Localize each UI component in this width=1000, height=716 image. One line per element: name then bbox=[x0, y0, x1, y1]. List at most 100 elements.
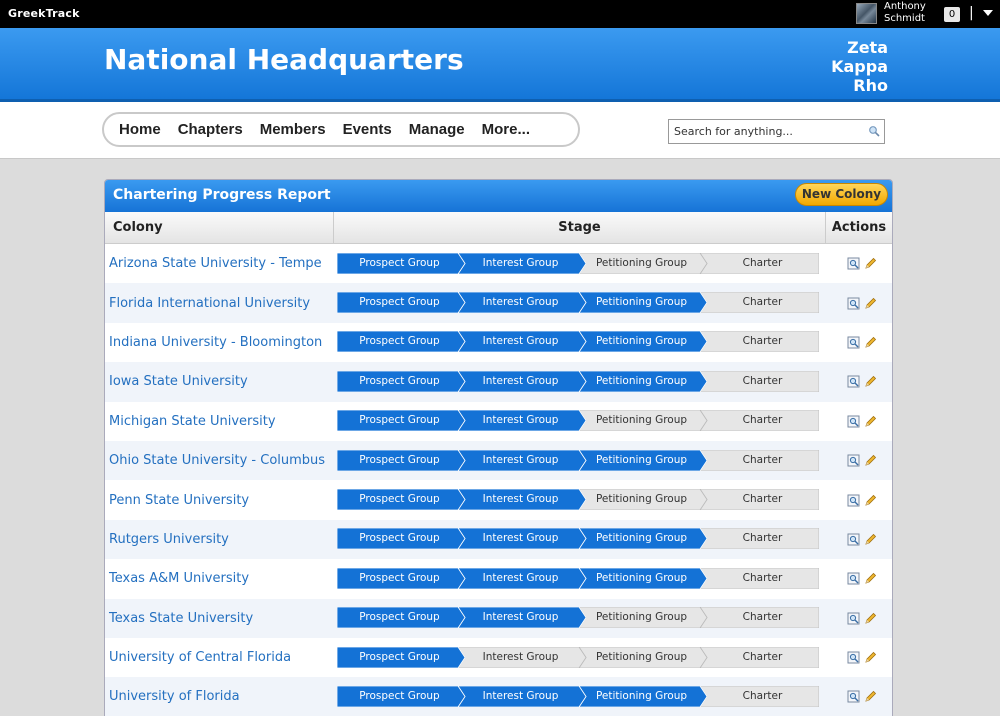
row-actions bbox=[826, 454, 892, 467]
stage-charter: Charter bbox=[742, 611, 783, 624]
stage-petitioning-group: Petitioning Group bbox=[595, 296, 688, 309]
colony-link[interactable]: Rutgers University bbox=[105, 532, 334, 547]
table-row: Iowa State University Prospect Group Inter… bbox=[105, 362, 892, 402]
user-name[interactable]: Anthony Schmidt bbox=[884, 1, 926, 25]
stage-progress-bar: Prospect Group Interest Group Petitioning … bbox=[337, 252, 819, 274]
view-details-icon[interactable] bbox=[847, 533, 860, 546]
edit-pencil-icon[interactable] bbox=[864, 651, 877, 664]
stage-progress-bar: Prospect Group Interest Group Petitioning … bbox=[337, 685, 819, 707]
stage-prospect-group: Prospect Group bbox=[359, 256, 440, 269]
edit-pencil-icon[interactable] bbox=[864, 612, 877, 625]
column-header-colony[interactable]: Colony bbox=[105, 212, 334, 243]
org-name-line-3: Rho bbox=[853, 76, 888, 95]
app-brand[interactable]: GreekTrack bbox=[8, 7, 80, 20]
stage-prospect-group: Prospect Group bbox=[359, 335, 440, 348]
edit-pencil-icon[interactable] bbox=[864, 494, 877, 507]
page-header: National Headquarters Zeta Kappa Rho bbox=[0, 28, 1000, 102]
edit-pencil-icon[interactable] bbox=[864, 336, 877, 349]
colony-link[interactable]: Arizona State University - Tempe bbox=[105, 256, 334, 271]
row-actions bbox=[826, 690, 892, 703]
view-details-icon[interactable] bbox=[847, 612, 860, 625]
notification-count-badge[interactable]: 0 bbox=[944, 7, 960, 22]
stage-interest-group: Interest Group bbox=[482, 335, 559, 348]
stage-prospect-group: Prospect Group bbox=[359, 493, 440, 506]
stage-interest-group: Interest Group bbox=[482, 611, 559, 624]
stage-petitioning-group: Petitioning Group bbox=[595, 374, 688, 387]
colony-link[interactable]: University of Central Florida bbox=[105, 650, 334, 665]
nav-members[interactable]: Members bbox=[260, 121, 326, 138]
search-box bbox=[668, 119, 885, 144]
stage-petitioning-group: Petitioning Group bbox=[595, 571, 688, 584]
nav-more[interactable]: More... bbox=[482, 121, 530, 138]
edit-pencil-icon[interactable] bbox=[864, 690, 877, 703]
colony-link[interactable]: Florida International University bbox=[105, 296, 334, 311]
user-last-name: Schmidt bbox=[884, 13, 925, 24]
nav-manage[interactable]: Manage bbox=[409, 121, 465, 138]
stage-interest-group: Interest Group bbox=[482, 256, 559, 269]
colony-link[interactable]: Michigan State University bbox=[105, 414, 334, 429]
table-row: Penn State University Prospect Group Inter… bbox=[105, 480, 892, 519]
view-details-icon[interactable] bbox=[847, 572, 860, 585]
stage-petitioning-group: Petitioning Group bbox=[595, 414, 688, 427]
stage-prospect-group: Prospect Group bbox=[359, 453, 440, 466]
view-details-icon[interactable] bbox=[847, 690, 860, 703]
stage-prospect-group: Prospect Group bbox=[359, 689, 440, 702]
view-details-icon[interactable] bbox=[847, 336, 860, 349]
stage-charter: Charter bbox=[742, 493, 783, 506]
search-input[interactable] bbox=[669, 120, 854, 143]
stage-interest-group: Interest Group bbox=[482, 374, 559, 387]
colony-link[interactable]: Ohio State University - Columbus bbox=[105, 453, 334, 468]
edit-pencil-icon[interactable] bbox=[864, 375, 877, 388]
column-header-stage[interactable]: Stage bbox=[334, 212, 826, 243]
table-row: Rutgers University Prospect Group Interest… bbox=[105, 519, 892, 560]
chartering-progress-panel: Chartering Progress Report New Colony Co… bbox=[104, 179, 893, 716]
navigation-strip: Home Chapters Members Events Manage More… bbox=[0, 102, 1000, 159]
edit-pencil-icon[interactable] bbox=[864, 533, 877, 546]
colony-link[interactable]: Texas A&M University bbox=[105, 571, 334, 586]
row-actions bbox=[826, 651, 892, 664]
view-details-icon[interactable] bbox=[847, 257, 860, 270]
user-avatar[interactable] bbox=[856, 3, 877, 24]
stage-prospect-group: Prospect Group bbox=[359, 414, 440, 427]
view-details-icon[interactable] bbox=[847, 651, 860, 664]
page-title: National Headquarters bbox=[104, 43, 464, 76]
table-row: Texas State University Prospect Group Inte… bbox=[105, 598, 892, 638]
edit-pencil-icon[interactable] bbox=[864, 572, 877, 585]
new-colony-button[interactable]: New Colony bbox=[795, 183, 888, 206]
stage-charter: Charter bbox=[742, 296, 783, 309]
view-details-icon[interactable] bbox=[847, 454, 860, 467]
edit-pencil-icon[interactable] bbox=[864, 415, 877, 428]
user-menu-chevron-down-icon[interactable] bbox=[983, 10, 993, 16]
view-details-icon[interactable] bbox=[847, 297, 860, 310]
table-row: Ohio State University - Columbus Prospect… bbox=[105, 440, 892, 481]
table-row: University of Central Florida Prospect Gr… bbox=[105, 638, 892, 677]
stage-petitioning-group: Petitioning Group bbox=[595, 650, 688, 663]
stage-progress-cell: Prospect Group Interest Group Petitioning … bbox=[334, 528, 826, 550]
edit-pencil-icon[interactable] bbox=[864, 257, 877, 270]
panel-title: Chartering Progress Report bbox=[113, 187, 331, 203]
stage-progress-cell: Prospect Group Interest Group Petitioning … bbox=[334, 331, 826, 353]
stage-progress-cell: Prospect Group Interest Group Petitioning … bbox=[334, 685, 826, 708]
colony-link[interactable]: University of Florida bbox=[105, 689, 334, 704]
colony-link[interactable]: Texas State University bbox=[105, 611, 334, 626]
nav-chapters[interactable]: Chapters bbox=[178, 121, 243, 138]
search-icon[interactable] bbox=[868, 125, 880, 137]
edit-pencil-icon[interactable] bbox=[864, 297, 877, 310]
nav-home[interactable]: Home bbox=[119, 121, 161, 138]
stage-prospect-group: Prospect Group bbox=[359, 611, 440, 624]
colony-link[interactable]: Indiana University - Bloomington bbox=[105, 335, 334, 350]
edit-pencil-icon[interactable] bbox=[864, 454, 877, 467]
colony-link[interactable]: Iowa State University bbox=[105, 374, 334, 389]
view-details-icon[interactable] bbox=[847, 415, 860, 428]
stage-progress-cell: Prospect Group Interest Group Petitioning … bbox=[334, 449, 826, 472]
stage-charter: Charter bbox=[742, 453, 783, 466]
stage-progress-cell: Prospect Group Interest Group Petitioning … bbox=[334, 646, 826, 669]
table-row: Texas A&M University Prospect Group Intere… bbox=[105, 559, 892, 598]
view-details-icon[interactable] bbox=[847, 375, 860, 388]
view-details-icon[interactable] bbox=[847, 494, 860, 507]
nav-events[interactable]: Events bbox=[343, 121, 392, 138]
stage-charter: Charter bbox=[742, 256, 783, 269]
stage-progress-cell: Prospect Group Interest Group Petitioning … bbox=[334, 252, 826, 275]
stage-interest-group: Interest Group bbox=[482, 493, 559, 506]
colony-link[interactable]: Penn State University bbox=[105, 493, 334, 508]
